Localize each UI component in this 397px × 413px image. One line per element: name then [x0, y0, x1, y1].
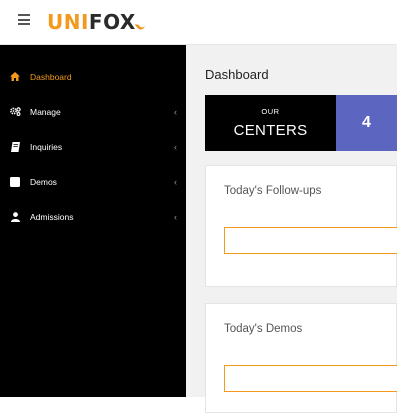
sidebar-item-inquiries[interactable]: Inquiries ‹ — [0, 129, 186, 164]
centers-stat-widget[interactable]: OUR CENTERS 4 — [205, 95, 397, 151]
chevron-left-icon: ‹ — [174, 211, 177, 222]
sidebar-item-admissions[interactable]: Admissions ‹ — [0, 199, 186, 234]
stat-label-big: CENTERS — [233, 122, 308, 139]
sidebar-item-label: Admissions — [30, 211, 74, 222]
home-icon — [9, 71, 21, 83]
chevron-left-icon: ‹ — [174, 141, 177, 152]
chevron-left-icon: ‹ — [174, 106, 177, 117]
followups-card: Today's Follow-ups — [205, 165, 397, 287]
sidebar-item-dashboard[interactable]: Dashboard — [0, 59, 186, 94]
book-icon — [9, 141, 21, 153]
user-icon — [9, 211, 21, 223]
stat-label-small: OUR — [261, 107, 280, 116]
sidebar-item-label: Inquiries — [30, 141, 63, 152]
gears-icon — [9, 106, 21, 118]
logo-text-uni: UNI — [47, 10, 89, 34]
stat-count: 4 — [336, 95, 397, 151]
logo-text-fox: FOX — [88, 10, 136, 34]
menu-toggle-icon[interactable] — [18, 14, 30, 25]
sidebar-item-label: Demos — [30, 176, 57, 187]
sidebar-item-label: Manage — [30, 106, 61, 117]
sidebar-item-label: Dashboard — [30, 71, 72, 82]
followups-list-field[interactable] — [224, 227, 397, 254]
demos-list-field[interactable] — [224, 365, 397, 392]
sidebar: Dashboard Manage ‹ Inquiries ‹ Demos ‹ A… — [0, 45, 186, 397]
card-title: Today's Demos — [224, 323, 303, 335]
top-bar: UNI FOX — [0, 0, 397, 45]
stat-label-box: OUR CENTERS — [205, 95, 336, 151]
fox-tail-icon — [134, 24, 145, 30]
sidebar-item-demos[interactable]: Demos ‹ — [0, 164, 186, 199]
main-content: Dashboard OUR CENTERS 4 Today's Follow-u… — [186, 45, 397, 413]
logo[interactable]: UNI FOX — [47, 6, 146, 38]
sidebar-item-manage[interactable]: Manage ‹ — [0, 94, 186, 129]
card-title: Today's Follow-ups — [224, 185, 322, 197]
chevron-left-icon: ‹ — [174, 176, 177, 187]
square-icon — [9, 176, 21, 188]
page-title: Dashboard — [205, 67, 269, 82]
